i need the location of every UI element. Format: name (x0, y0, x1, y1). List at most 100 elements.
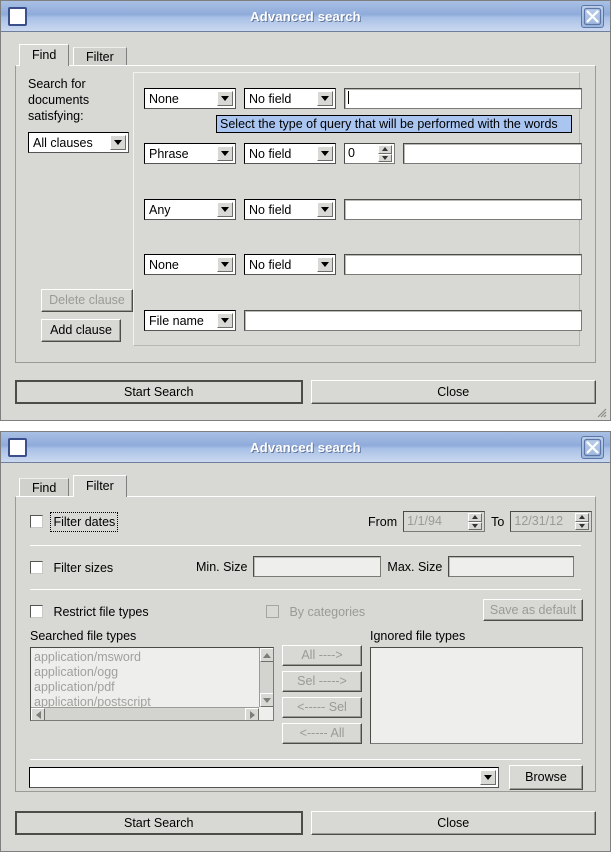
filter-dates-label: Filter dates (50, 512, 119, 532)
chevron-down-icon[interactable] (480, 770, 496, 785)
start-search-button[interactable]: Start Search (15, 380, 303, 404)
ignored-file-types-list[interactable] (370, 647, 583, 744)
tabs-find: Find Filter (19, 44, 610, 66)
search-for-caption: Search for documents satisfying: (28, 77, 90, 123)
query-type-tooltip: Select the type of query that will be pe… (216, 115, 572, 133)
spinner-down-icon[interactable] (575, 521, 590, 530)
move-selected-right-button[interactable]: Sel -----> (282, 671, 362, 692)
titlebar-filter[interactable]: Advanced search (1, 432, 610, 463)
close-button[interactable]: Close (310, 380, 596, 404)
spinner-up-icon[interactable] (468, 513, 483, 522)
to-label: To (491, 514, 505, 529)
clause-field-value-1: No field (249, 91, 292, 106)
chevron-down-icon[interactable] (217, 257, 233, 272)
clause-text-input-1[interactable] (344, 88, 582, 109)
scroll-left-icon[interactable] (31, 708, 45, 720)
tab-filter[interactable]: Filter (73, 47, 127, 66)
searched-file-types-list[interactable]: application/msword application/ogg appli… (30, 647, 274, 721)
move-selected-left-button[interactable]: <----- Sel (282, 697, 362, 718)
move-all-left-button[interactable]: <----- All (282, 723, 362, 744)
filter-sizes-row: Filter sizes (30, 559, 113, 577)
clause-field-select-2[interactable]: No field (244, 143, 336, 164)
resize-grip[interactable] (594, 405, 607, 418)
spinner-buttons[interactable] (575, 513, 590, 530)
spinner-buttons[interactable] (378, 145, 392, 162)
from-date-spinner[interactable]: 1/1/94 (403, 511, 486, 532)
filter-action-bar: Start Search Close (15, 811, 596, 835)
clause-type-select-1[interactable]: None (144, 88, 236, 109)
chevron-down-icon[interactable] (317, 257, 333, 272)
min-size-label: Min. Size (196, 559, 248, 574)
save-as-default-button[interactable]: Save as default (483, 599, 583, 621)
clause-proximity-spinner-2[interactable]: 0 (344, 143, 395, 164)
tab-find[interactable]: Find (19, 44, 70, 66)
tab-find[interactable]: Find (19, 478, 70, 497)
close-button[interactable]: Close (310, 811, 596, 835)
to-date-spinner[interactable]: 12/31/12 (510, 511, 593, 532)
separator (30, 759, 581, 760)
filter-sizes-checkbox[interactable] (30, 561, 43, 574)
filter-dates-checkbox[interactable] (30, 515, 43, 528)
spinner-down-icon[interactable] (378, 153, 392, 162)
list-item[interactable]: application/msword (34, 650, 257, 665)
tabs-filter: Find Filter (19, 475, 610, 497)
clause-type-select-5[interactable]: File name (144, 310, 236, 331)
clause-field-value-4: No field (249, 257, 292, 272)
start-search-button[interactable]: Start Search (15, 811, 303, 835)
tab-filter[interactable]: Filter (73, 475, 127, 497)
chevron-down-icon[interactable] (317, 202, 333, 217)
clause-type-value-2: Phrase (149, 146, 189, 161)
clause-type-select-4[interactable]: None (144, 254, 236, 275)
chevron-down-icon[interactable] (317, 146, 333, 161)
filter-sizes-label: Filter sizes (53, 561, 114, 575)
close-icon[interactable] (581, 5, 604, 28)
clause-mode-select[interactable]: All clauses (28, 132, 129, 153)
clause-field-select-3[interactable]: No field (244, 199, 336, 220)
chevron-down-icon[interactable] (110, 135, 126, 150)
clause-type-select-3[interactable]: Any (144, 199, 236, 220)
advanced-search-window-filter: Advanced search Find Filter Filter dates… (0, 431, 611, 852)
clause-text-input-2[interactable] (403, 143, 582, 164)
spinner-buttons[interactable] (468, 513, 483, 530)
separator (30, 545, 581, 546)
browse-button[interactable]: Browse (509, 765, 583, 790)
chevron-down-icon[interactable] (217, 146, 233, 161)
horizontal-scrollbar[interactable] (31, 707, 259, 720)
scroll-right-icon[interactable] (245, 708, 259, 720)
restrict-file-types-checkbox[interactable] (30, 605, 43, 618)
list-item[interactable]: application/ogg (34, 665, 257, 680)
max-size-input[interactable] (448, 556, 575, 577)
window-square-icon[interactable] (8, 437, 27, 457)
window-square-icon[interactable] (8, 6, 27, 26)
titlebar-find[interactable]: Advanced search (1, 1, 610, 32)
move-all-right-button[interactable]: All ----> (282, 645, 362, 666)
from-label: From (368, 514, 398, 529)
chevron-down-icon[interactable] (217, 91, 233, 106)
chevron-down-icon[interactable] (217, 202, 233, 217)
subtree-path-select[interactable] (29, 767, 499, 788)
add-clause-button[interactable]: Add clause (41, 319, 121, 342)
clause-text-input-5[interactable] (244, 310, 582, 331)
by-categories-checkbox[interactable] (266, 605, 279, 618)
scroll-down-icon[interactable] (260, 693, 273, 707)
chevron-down-icon[interactable] (217, 313, 233, 328)
clause-field-select-4[interactable]: No field (244, 254, 336, 275)
clause-text-input-3[interactable] (344, 199, 582, 220)
separator (30, 589, 581, 590)
list-item[interactable]: application/pdf (34, 680, 257, 695)
from-date-value: 1/1/94 (407, 514, 442, 528)
spinner-up-icon[interactable] (575, 513, 590, 522)
spinner-up-icon[interactable] (378, 145, 392, 154)
find-left-column: Search for documents satisfying: All cla… (28, 76, 133, 342)
scroll-up-icon[interactable] (260, 648, 273, 662)
close-icon[interactable] (581, 436, 604, 459)
spinner-down-icon[interactable] (468, 521, 483, 530)
clause-type-select-2[interactable]: Phrase (144, 143, 236, 164)
delete-clause-button[interactable]: Delete clause (41, 289, 133, 312)
text-caret (348, 91, 349, 104)
vertical-scrollbar[interactable] (259, 648, 273, 707)
min-size-input[interactable] (253, 556, 382, 577)
clause-text-input-4[interactable] (344, 254, 582, 275)
chevron-down-icon[interactable] (317, 91, 333, 106)
clause-field-select-1[interactable]: No field (244, 88, 336, 109)
